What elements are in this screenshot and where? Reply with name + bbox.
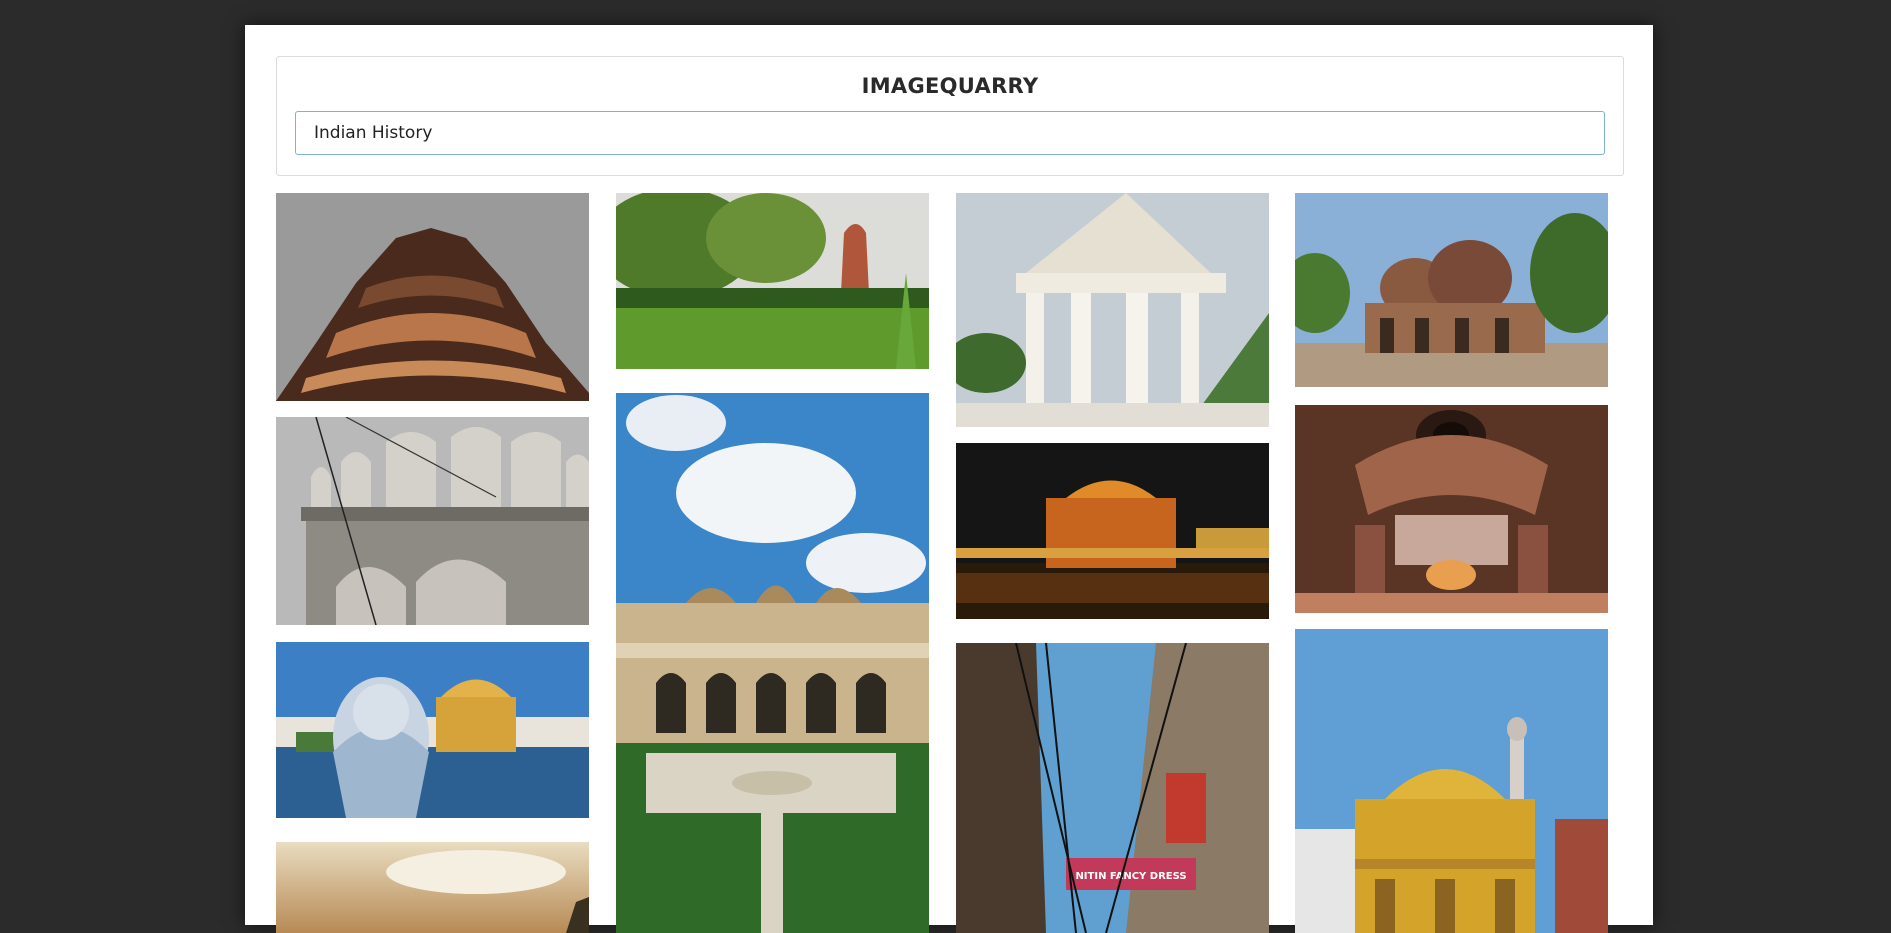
image-tile-fort-wall[interactable] [276, 417, 589, 625]
image-tile-temple-spire[interactable] [276, 193, 589, 401]
sunset-sky-image [276, 842, 589, 933]
street-sign-text: NITIN FANCY DRESS [1075, 871, 1186, 882]
search-card: IMAGEQUARRY [276, 56, 1624, 176]
image-tile-tower-park[interactable] [616, 193, 929, 369]
old-city-street-image: NITIN FANCY DRESS [956, 643, 1269, 933]
image-tile-marble-pavilion[interactable] [956, 193, 1269, 427]
carved-ceiling-image [1295, 405, 1608, 613]
golden-temple-day-image [1295, 629, 1608, 933]
domed-tomb-image [1295, 193, 1608, 387]
golden-temple-night-image [956, 443, 1269, 619]
woman-golden-temple-image [276, 642, 589, 818]
image-tile-sunset-sky[interactable] [276, 842, 589, 933]
image-tile-woman-golden-temple[interactable] [276, 642, 589, 818]
image-tile-domed-tomb[interactable] [1295, 193, 1608, 387]
image-tile-old-city-street[interactable]: NITIN FANCY DRESS [956, 643, 1269, 933]
palace-garden-image [616, 393, 929, 933]
image-tile-carved-ceiling[interactable] [1295, 405, 1608, 613]
tower-park-image [616, 193, 929, 369]
app-title: IMAGEQUARRY [861, 74, 1039, 98]
fort-wall-image [276, 417, 589, 625]
image-tile-palace-garden[interactable] [616, 393, 929, 933]
app-panel: IMAGEQUARRY Indian History NITIN FANCY D… [245, 25, 1653, 933]
temple-spire-image [276, 193, 589, 401]
image-tile-golden-temple-day[interactable] [1295, 629, 1608, 933]
search-input[interactable] [295, 111, 1605, 155]
image-tile-golden-temple-night[interactable] [956, 443, 1269, 619]
marble-pavilion-image [956, 193, 1269, 427]
